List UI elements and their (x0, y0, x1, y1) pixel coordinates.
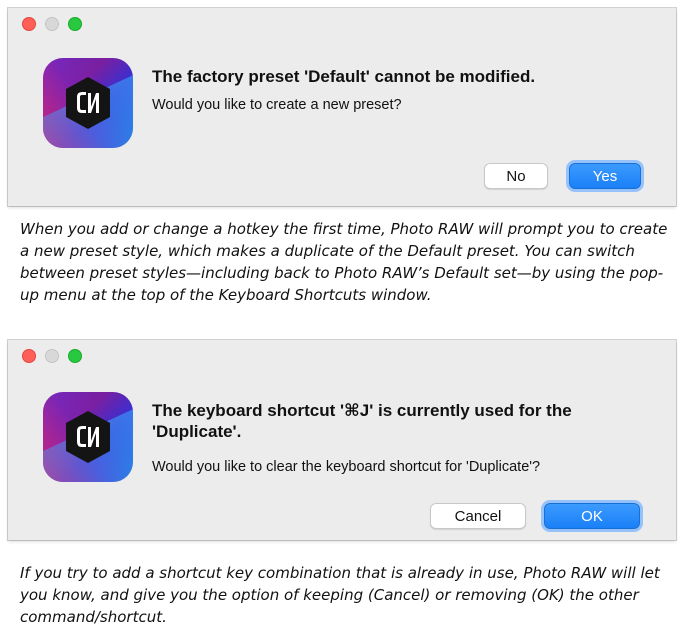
on1-app-icon (43, 392, 133, 482)
on1-logo-icon (66, 411, 110, 463)
title-bar (8, 8, 676, 38)
on1-logo-icon (66, 77, 110, 129)
caption-shortcut-conflict: If you try to add a shortcut key combina… (20, 564, 660, 626)
zoom-window-button[interactable] (68, 17, 82, 31)
dialog-message: Would you like to create a new preset? (152, 97, 402, 113)
shortcut-conflict-dialog: The keyboard shortcut '⌘J' is currently … (8, 340, 676, 540)
dialog-message: Would you like to clear the keyboard sho… (152, 459, 541, 475)
on1-app-icon (43, 58, 133, 148)
title-bar (8, 340, 676, 370)
cancel-button[interactable]: Cancel (430, 503, 526, 529)
no-button[interactable]: No (484, 163, 548, 189)
ok-button[interactable]: OK (544, 503, 640, 529)
minimize-window-button (45, 349, 59, 363)
dialog-title: The keyboard shortcut '⌘J' is currently … (152, 401, 572, 441)
close-window-button[interactable] (22, 17, 36, 31)
preset-alert-dialog: The factory preset 'Default' cannot be m… (8, 8, 676, 206)
yes-button[interactable]: Yes (569, 163, 641, 189)
close-window-button[interactable] (22, 349, 36, 363)
caption-preset: When you add or change a hotkey the firs… (20, 220, 668, 304)
minimize-window-button (45, 17, 59, 31)
zoom-window-button[interactable] (68, 349, 82, 363)
dialog-title: The factory preset 'Default' cannot be m… (152, 67, 536, 86)
